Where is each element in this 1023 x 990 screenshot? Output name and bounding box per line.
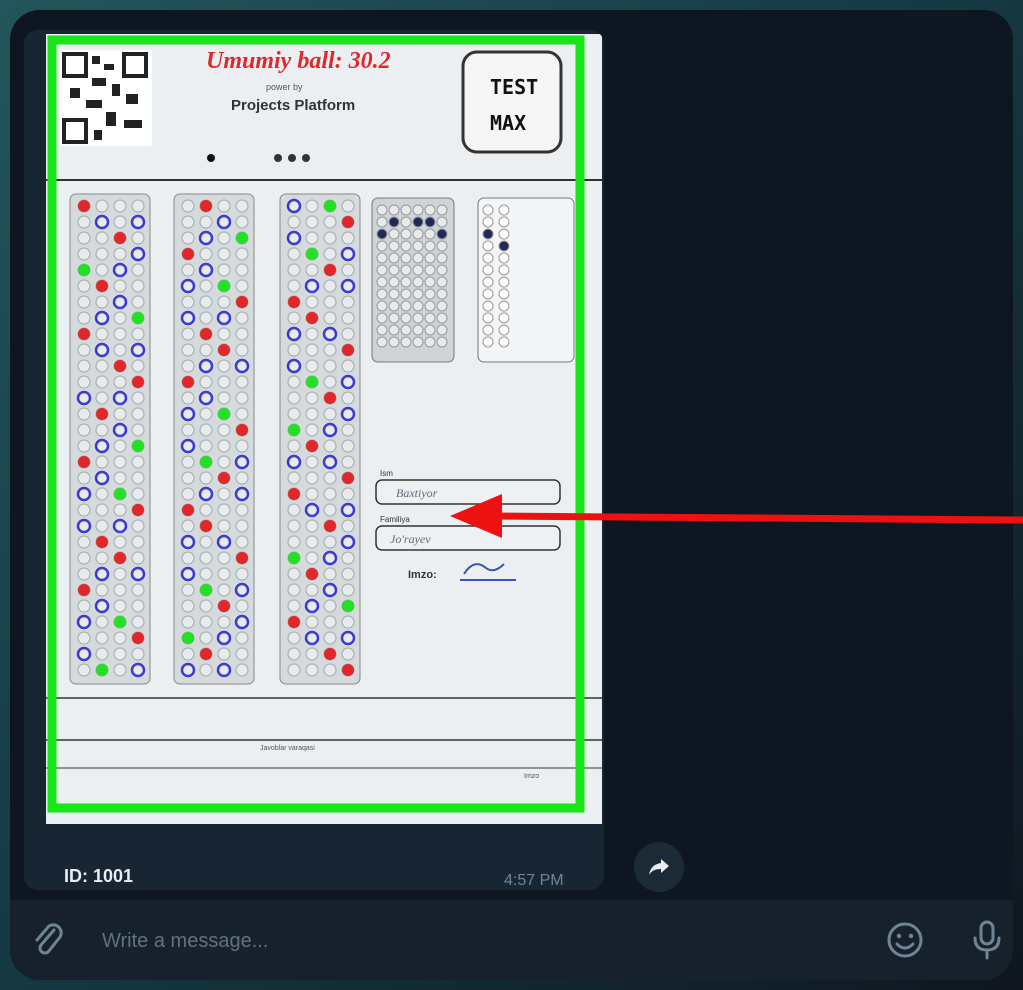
- emoji-icon[interactable]: [885, 920, 925, 960]
- answer-sheet: Umumiy ball: 30.2 power by Projects Plat…: [46, 34, 602, 824]
- platform-name: Projects Platform: [231, 97, 355, 114]
- chat-history: Umumiy ball: 30.2 power by Projects Plat…: [10, 10, 1013, 900]
- qr-code: [60, 50, 152, 146]
- surname-value: Jo'rayev: [390, 532, 431, 546]
- microphone-icon[interactable]: [970, 918, 1004, 962]
- chat-window: Umumiy ball: 30.2 power by Projects Plat…: [10, 10, 1013, 980]
- forward-icon: [649, 859, 669, 875]
- name-label: Ism: [380, 469, 393, 478]
- answer-sheet-photo[interactable]: Umumiy ball: 30.2 power by Projects Plat…: [46, 34, 602, 824]
- message-input[interactable]: [100, 920, 804, 962]
- attach-icon[interactable]: [30, 920, 66, 960]
- message-time: 4:57 PM: [504, 872, 564, 889]
- message-caption: ID: 1001: [64, 866, 134, 886]
- svg-text:MAX: MAX: [490, 111, 526, 135]
- powered-by-text: power by: [266, 82, 303, 92]
- message-composer: [10, 900, 1013, 980]
- signature-label: Imzo:: [408, 569, 437, 581]
- answer-grid: [69, 193, 361, 685]
- footer-text-2: Imzo: [524, 773, 539, 780]
- message-bubble[interactable]: Umumiy ball: 30.2 power by Projects Plat…: [24, 30, 604, 890]
- surname-label: Familiya: [380, 515, 410, 524]
- svg-text:TEST: TEST: [490, 75, 538, 99]
- name-value: Baxtiyor: [396, 486, 438, 500]
- testmax-logo: TEST MAX: [461, 50, 563, 154]
- forward-button[interactable]: [634, 842, 684, 892]
- score-title: Umumiy ball: 30.2: [206, 48, 391, 74]
- footer-text-1: Javoblar varaqasi: [260, 745, 315, 752]
